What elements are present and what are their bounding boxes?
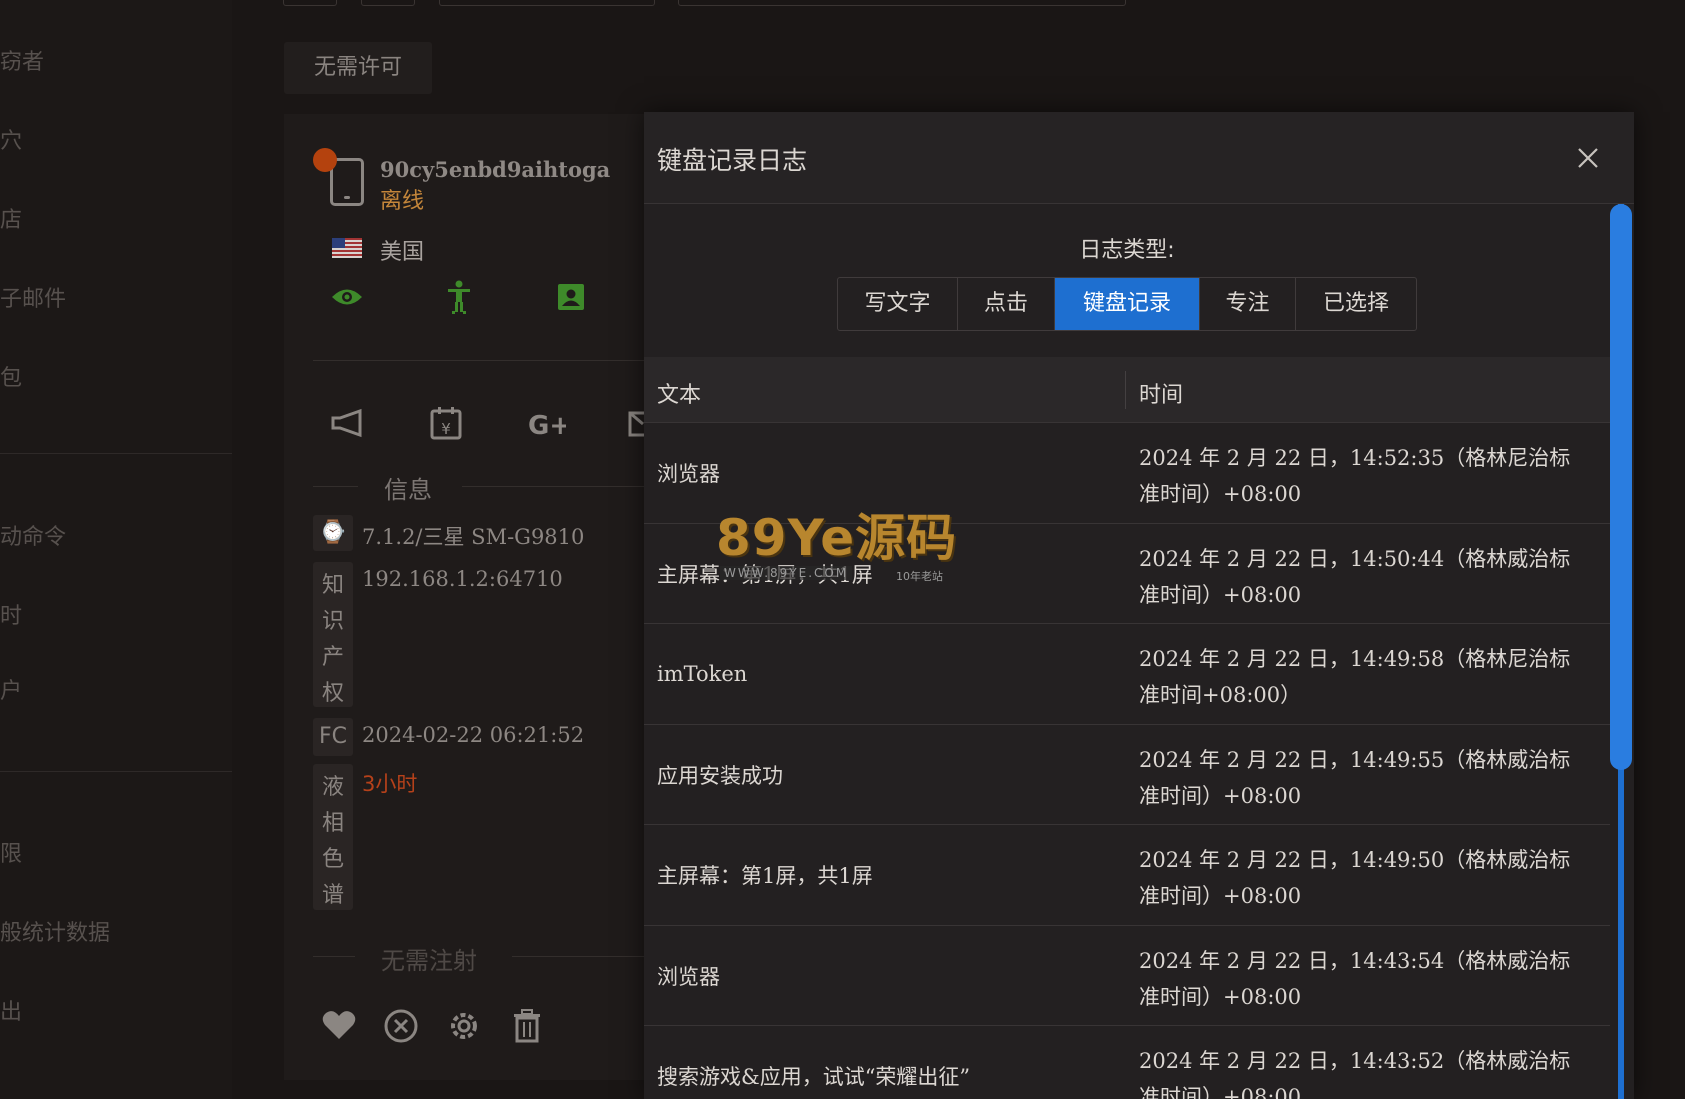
sidebar-divider <box>0 771 232 772</box>
cell-text: 主屏幕：第1屏，共1屏 <box>657 562 873 587</box>
info-tag-lc: 液相色谱 <box>313 764 353 910</box>
heart-icon[interactable] <box>322 1010 356 1040</box>
trash-icon[interactable] <box>512 1009 542 1043</box>
sidebar-divider <box>0 453 232 454</box>
cell-time: 2024 年 2 月 22 日，14:43:52（格林威治标准时间）+08:00 <box>1139 1049 1571 1099</box>
cell-time: 2024 年 2 月 22 日，14:49:55（格林威治标准时间）+08:00 <box>1139 747 1571 808</box>
info-value-duration: 3小时 <box>362 772 418 796</box>
section-divider <box>512 956 644 957</box>
cancel-circle-icon[interactable] <box>384 1009 418 1043</box>
column-header-time[interactable]: 时间 <box>1139 377 1183 409</box>
cell-time: 2024 年 2 月 22 日，14:50:44（格林威治标准时间）+08:00 <box>1139 546 1571 607</box>
sidebar-item[interactable]: 时 <box>0 598 22 630</box>
top-control-button[interactable] <box>361 0 415 6</box>
sidebar-item[interactable]: 店 <box>0 202 22 234</box>
cell-time: 2024 年 2 月 22 日，14:49:58（格林尼治标准时间+08:00） <box>1139 647 1571 707</box>
sidebar-item[interactable]: 动命令 <box>0 519 66 551</box>
sidebar-item[interactable]: 出 <box>0 994 22 1026</box>
table-row[interactable]: 浏览器 2024 年 2 月 22 日，14:52:35（格林尼治标准时间）+0… <box>644 423 1610 524</box>
tab-selected[interactable]: 已选择 <box>1296 278 1416 330</box>
status-dot <box>313 148 337 172</box>
settings-gear-icon[interactable] <box>447 1009 481 1043</box>
section-divider <box>462 486 644 487</box>
cell-text: 搜索游戏&应用，试试“荣耀出征” <box>657 1065 971 1089</box>
section-divider <box>313 486 358 487</box>
info-tag-ip: 知识产权 <box>313 562 353 707</box>
cell-text: 应用安装成功 <box>657 763 783 788</box>
cell-time: 2024 年 2 月 22 日，14:49:50（格林威治标准时间）+08:00 <box>1139 848 1571 908</box>
cell-text: 主屏幕：第1屏，共1屏 <box>657 864 873 888</box>
table-row[interactable]: 浏览器 2024 年 2 月 22 日，14:43:54（格林威治标准时间）+0… <box>644 926 1610 1026</box>
close-icon[interactable] <box>1574 144 1602 172</box>
info-value-timestamp: 2024-02-22 06:21:52 <box>362 723 585 747</box>
table-row[interactable]: 应用安装成功 2024 年 2 月 22 日，14:49:55（格林威治标准时间… <box>644 725 1610 825</box>
svg-text:¥: ¥ <box>441 420 451 438</box>
cell-text: 浏览器 <box>657 964 720 989</box>
section-divider <box>313 956 355 957</box>
tab-keylog[interactable]: 键盘记录 <box>1055 278 1200 330</box>
sidebar: 窃者 穴 店 子邮件 包 动命令 时 户 限 般统计数据 出 <box>0 0 232 1099</box>
info-value-device-model: 7.1.2/三星 SM-G9810 <box>362 525 585 549</box>
card-divider <box>313 360 644 361</box>
log-type-tabs: 写文字 点击 键盘记录 专注 已选择 <box>837 277 1417 331</box>
tab-write-text[interactable]: 写文字 <box>838 278 958 330</box>
section-title-info: 信息 <box>384 476 432 504</box>
sidebar-item[interactable]: 穴 <box>0 123 22 155</box>
device-id[interactable]: 90cy5enbd9aihtoga <box>380 157 610 182</box>
tab-focus[interactable]: 专注 <box>1200 278 1296 330</box>
contact-icon[interactable] <box>558 284 584 310</box>
no-permission-badge: 无需许可 <box>284 42 432 94</box>
eye-icon[interactable] <box>330 286 364 308</box>
top-control-input[interactable] <box>439 0 655 6</box>
log-type-label: 日志类型: <box>1079 238 1175 263</box>
google-plus-icon[interactable]: G+ <box>528 410 566 438</box>
keylog-modal: 键盘记录日志 日志类型: 写文字 点击 键盘记录 专注 已选择 文本 时间 浏览… <box>644 112 1634 1099</box>
column-divider <box>1125 371 1126 409</box>
megaphone-icon[interactable] <box>330 408 364 438</box>
cell-text: imToken <box>657 662 748 686</box>
modal-header: 键盘记录日志 <box>644 112 1634 204</box>
sidebar-item[interactable]: 窃者 <box>0 44 44 76</box>
device-status: 离线 <box>380 189 425 214</box>
accessibility-icon[interactable] <box>446 280 472 314</box>
sidebar-item[interactable]: 般统计数据 <box>0 915 110 947</box>
sidebar-item[interactable]: 子邮件 <box>0 281 66 313</box>
tab-click[interactable]: 点击 <box>958 278 1055 330</box>
us-flag-icon <box>332 238 362 258</box>
sidebar-item[interactable]: 户 <box>0 673 22 705</box>
table-row[interactable]: 主屏幕：第1屏，共1屏 2024 年 2 月 22 日，14:49:50（格林威… <box>644 825 1610 926</box>
table-header: 文本 时间 <box>644 357 1610 423</box>
cell-time: 2024 年 2 月 22 日，14:43:54（格林威治标准时间）+08:00 <box>1139 948 1571 1009</box>
section-title-injection: 无需注射 <box>381 947 477 975</box>
sidebar-item[interactable]: 包 <box>0 360 22 392</box>
table-row[interactable]: 主屏幕：第1屏，共1屏 2024 年 2 月 22 日，14:50:44（格林威… <box>644 524 1610 624</box>
top-control-input[interactable] <box>678 0 1126 6</box>
keylog-table-body: 浏览器 2024 年 2 月 22 日，14:52:35（格林尼治标准时间）+0… <box>644 423 1610 1099</box>
scrollbar-thumb[interactable] <box>1610 204 1632 770</box>
info-value-ip: 192.168.1.2:64710 <box>362 567 563 591</box>
info-tag-watch-icon: ⌚ <box>313 515 353 551</box>
table-row[interactable]: imToken 2024 年 2 月 22 日，14:49:58（格林尼治标准时… <box>644 624 1610 725</box>
svg-text:G+: G+ <box>528 411 566 438</box>
table-row[interactable]: 搜索游戏&应用，试试“荣耀出征” 2024 年 2 月 22 日，14:43:5… <box>644 1026 1610 1099</box>
device-country: 美国 <box>380 240 425 265</box>
sidebar-item[interactable]: 限 <box>0 836 22 868</box>
modal-title: 键盘记录日志 <box>657 146 808 175</box>
column-header-text[interactable]: 文本 <box>657 377 701 409</box>
cell-time: 2024 年 2 月 22 日，14:52:35（格林尼治标准时间）+08:00 <box>1139 446 1571 506</box>
cell-text: 浏览器 <box>657 462 720 486</box>
info-tag-fc: FC <box>313 718 353 756</box>
calendar-yen-icon[interactable]: ¥ <box>430 406 462 440</box>
top-control-button[interactable] <box>283 0 337 6</box>
